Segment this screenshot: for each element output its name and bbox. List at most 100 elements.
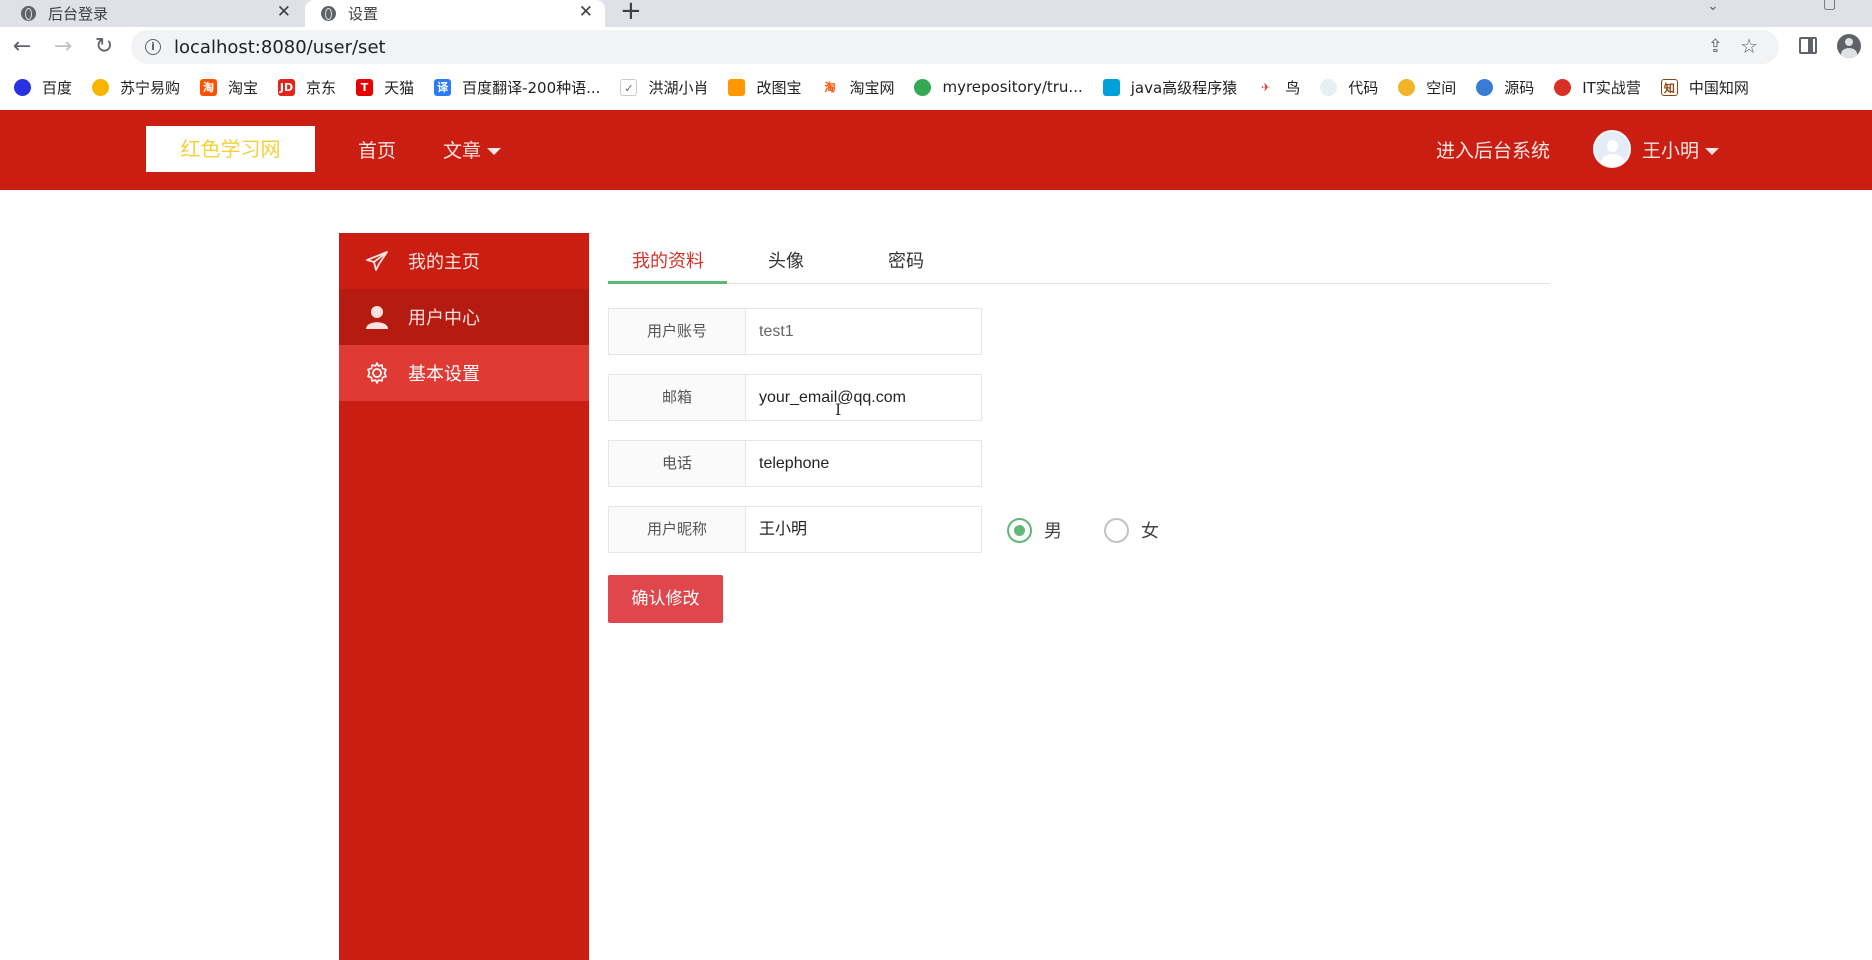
window-restore-icon[interactable]: ▢ <box>1823 0 1836 12</box>
side-panel-icon[interactable] <box>1799 37 1817 54</box>
close-icon[interactable]: ✕ <box>277 2 291 22</box>
bookmark-item[interactable]: T 天猫 <box>356 77 414 98</box>
phone-label: 电话 <box>609 441 746 486</box>
browser-tab-login[interactable]: 后台登录 ✕ <box>0 0 305 27</box>
browser-tab-strip: 后台登录 ✕ 设置 ✕ + ⌄ ▢ <box>0 0 1872 27</box>
phone-field-row: 电话 telephone <box>608 440 982 487</box>
bird-icon: ✓ <box>620 78 638 96</box>
reload-icon[interactable]: ↻ <box>89 33 119 61</box>
site-info-icon[interactable]: i <box>145 39 161 55</box>
radio-checked-icon <box>1007 517 1032 543</box>
close-icon[interactable]: ✕ <box>579 2 593 22</box>
email-label: 邮箱 <box>609 375 746 420</box>
forward-icon[interactable]: → <box>48 33 78 61</box>
nickname-field-row: 用户昵称 王小明 <box>608 506 982 553</box>
bookmarks-bar: 百度 苏宁易购 淘淘宝 JD 京东 T 天猫 译百度翻译-200种语... ✓ 洪湖小… <box>0 73 1872 101</box>
taobao-icon: 淘 <box>821 78 839 96</box>
jd-icon: JD <box>278 78 296 96</box>
cnki-icon: 知 <box>1660 78 1678 96</box>
sidebar-item-user-center[interactable]: 用户中心 <box>339 289 589 345</box>
bilibili-icon <box>1102 78 1120 96</box>
tmall-icon: T <box>356 78 374 96</box>
gender-radio-male[interactable]: 男 <box>1007 517 1062 543</box>
nav-home-link[interactable]: 首页 <box>358 136 396 163</box>
bookmark-item[interactable]: ✓ 洪湖小肖 <box>620 77 708 98</box>
user-icon <box>363 303 391 331</box>
globe-icon <box>321 6 336 21</box>
admin-link[interactable]: 进入后台系统 <box>1436 136 1550 163</box>
email-field[interactable]: your_email@qq.com <box>746 375 981 420</box>
text-cursor-icon: I <box>835 400 842 419</box>
profile-icon[interactable] <box>1837 34 1861 58</box>
radio-label: 女 <box>1141 521 1159 542</box>
url-text[interactable]: localhost:8080/user/set <box>174 37 386 58</box>
bookmark-star-icon[interactable]: ☆ <box>1740 34 1758 58</box>
fish-icon <box>1476 78 1494 96</box>
bookmark-item[interactable]: 代码 <box>1320 77 1378 98</box>
chrome-icon <box>1554 78 1572 96</box>
nickname-label: 用户昵称 <box>609 507 746 552</box>
bookmark-item[interactable]: 百度 <box>14 77 72 98</box>
sidebar-item-settings[interactable]: 基本设置 <box>339 345 589 401</box>
bookmark-item[interactable]: JD 京东 <box>278 77 336 98</box>
address-bar[interactable]: i localhost:8080/user/set ⇪ ☆ <box>131 30 1779 64</box>
gender-radio-female[interactable]: 女 <box>1104 517 1159 543</box>
nav-article-menu[interactable]: 文章 <box>443 136 502 163</box>
site-header: 红色学习网 首页 文章 进入后台系统 王小明 <box>0 110 1872 190</box>
sidebar: 我的主页 用户中心 基本设置 <box>339 233 589 960</box>
confirm-edit-button[interactable]: 确认修改 <box>608 575 723 623</box>
bookmark-item[interactable]: IT实战营 <box>1554 77 1641 98</box>
account-label: 用户账号 <box>609 309 746 354</box>
bookmark-item[interactable]: 淘淘宝网 <box>821 77 894 98</box>
bookmark-item[interactable]: 知中国知网 <box>1660 77 1749 98</box>
bookmark-item[interactable]: myrepository/tru... <box>914 78 1083 96</box>
baidu-paw-icon <box>14 78 31 96</box>
back-icon[interactable]: ← <box>7 33 37 61</box>
chrome-icon <box>914 78 932 96</box>
baidu-translate-icon: 译 <box>434 78 452 96</box>
settings-tabs: 我的资料 头像 密码 <box>608 233 1550 284</box>
bookmark-item[interactable]: 苏宁易购 <box>92 77 180 98</box>
nickname-field[interactable]: 王小明 <box>746 507 981 552</box>
phone-field[interactable]: telephone <box>746 441 981 486</box>
caret-down-icon <box>1705 148 1720 155</box>
paper-plane-icon <box>363 247 391 275</box>
email-field-row: 邮箱 your_email@qq.com <box>608 374 982 421</box>
bookmark-item[interactable]: 译百度翻译-200种语... <box>434 77 600 98</box>
radio-label: 男 <box>1044 521 1062 542</box>
gear-icon <box>363 359 391 387</box>
new-tab-button[interactable]: + <box>620 0 642 26</box>
site-logo[interactable]: 红色学习网 <box>146 126 315 172</box>
qzone-icon <box>1398 78 1416 96</box>
bird-icon: ✈ <box>1257 78 1275 96</box>
sidebar-item-label: 基本设置 <box>408 364 480 385</box>
tab-avatar[interactable]: 头像 <box>768 247 804 273</box>
sidebar-item-label: 我的主页 <box>408 252 480 273</box>
tab-password[interactable]: 密码 <box>888 247 924 273</box>
sidebar-item-home[interactable]: 我的主页 <box>339 233 589 289</box>
bookmark-item[interactable]: ✈ 鸟 <box>1257 77 1300 98</box>
username-label: 王小明 <box>1642 140 1700 162</box>
avatar[interactable] <box>1593 130 1631 168</box>
taobao-icon: 淘 <box>200 78 218 96</box>
bookmark-item[interactable]: java高级程序猿 <box>1102 77 1237 98</box>
bookmark-item[interactable]: 改图宝 <box>728 77 801 98</box>
bookmark-item[interactable]: 空间 <box>1398 77 1456 98</box>
tab-my-profile[interactable]: 我的资料 <box>632 247 704 273</box>
browser-tab-settings[interactable]: 设置 ✕ <box>305 0 605 27</box>
globe-icon <box>21 6 36 21</box>
active-tab-indicator <box>608 281 727 284</box>
sidebar-item-label: 用户中心 <box>408 308 480 329</box>
share-icon[interactable]: ⇪ <box>1708 36 1723 57</box>
user-menu[interactable]: 王小明 <box>1642 136 1720 163</box>
browser-toolbar: ← → ↻ i localhost:8080/user/set ⇪ ☆ <box>0 27 1872 66</box>
bookmark-item[interactable]: 源码 <box>1476 77 1534 98</box>
caret-down-icon <box>487 148 502 155</box>
bookmark-item[interactable]: 淘淘宝 <box>200 77 258 98</box>
suning-lion-icon <box>92 78 110 96</box>
tab-search-icon[interactable]: ⌄ <box>1707 0 1719 14</box>
account-field-row: 用户账号 test1 <box>608 308 982 355</box>
account-field: test1 <box>759 323 794 340</box>
nav-article-label: 文章 <box>443 140 482 162</box>
gaitubao-icon <box>728 78 746 96</box>
